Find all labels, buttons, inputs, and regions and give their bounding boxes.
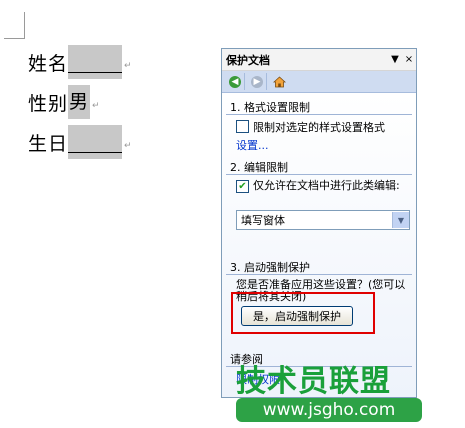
paragraph-mark-icon: ↵ xyxy=(92,101,100,111)
home-icon xyxy=(272,75,286,87)
pane-dropdown-icon[interactable]: ▼ xyxy=(388,54,402,65)
section3-header: 3. 启动强制保护 xyxy=(230,261,310,274)
pane-title: 保护文档 xyxy=(226,53,270,67)
format-restriction-checkbox-row[interactable]: 限制对选定的样式设置格式 xyxy=(236,119,385,135)
paragraph-mark-icon: ↵ xyxy=(124,141,132,151)
editing-type-value: 填写窗体 xyxy=(241,214,285,227)
page-corner-mark xyxy=(4,12,25,39)
section2-header: 2. 编辑限制 xyxy=(230,161,288,174)
gender-label: 性别 xyxy=(28,92,69,115)
protect-document-task-pane: 保护文档 ▼ × ◀ ▶ 1. 格式设置限制 限制对选定的样式设置格式 设置..… xyxy=(221,48,417,398)
pane-titlebar: 保护文档 ▼ × xyxy=(222,49,416,71)
red-highlight-box xyxy=(231,292,375,334)
editing-type-select[interactable]: 填写窗体 ▼ xyxy=(236,210,410,230)
pane-nav-bar: ◀ ▶ xyxy=(222,71,416,93)
back-button[interactable]: ◀ xyxy=(226,73,245,90)
birthday-label: 生日 xyxy=(28,132,69,155)
doc-line-birthday: 生日 ↵ xyxy=(28,125,132,159)
doc-line-name: 姓名 ↵ xyxy=(28,45,132,79)
paragraph-mark-icon: ↵ xyxy=(124,61,132,71)
home-button[interactable] xyxy=(270,73,288,90)
back-icon: ◀ xyxy=(229,75,241,88)
name-label: 姓名 xyxy=(28,52,69,75)
format-restriction-label: 限制对选定的样式设置格式 xyxy=(253,121,385,134)
chevron-down-icon[interactable]: ▼ xyxy=(392,212,409,228)
editing-restriction-label: 仅允许在文档中进行此类编辑: xyxy=(253,179,400,192)
watermark-brand: 技术员联盟 xyxy=(236,364,391,399)
format-restriction-checkbox[interactable] xyxy=(236,120,249,133)
name-form-field[interactable] xyxy=(68,45,123,79)
pane-close-icon[interactable]: × xyxy=(402,54,416,65)
forward-button[interactable]: ▶ xyxy=(248,73,267,90)
forward-icon: ▶ xyxy=(251,75,263,88)
gender-form-field[interactable]: 男 xyxy=(68,85,91,119)
pane-body: 1. 格式设置限制 限制对选定的样式设置格式 设置... 2. 编辑限制 ✔ 仅… xyxy=(222,93,416,397)
editing-restriction-checkbox[interactable]: ✔ xyxy=(236,180,249,193)
editing-restriction-checkbox-row[interactable]: ✔ 仅允许在文档中进行此类编辑: xyxy=(236,179,410,193)
doc-line-gender: 性别 男 ↵ xyxy=(28,85,100,119)
watermark-url: www.jsgho.com xyxy=(236,398,422,422)
settings-link[interactable]: 设置... xyxy=(236,137,269,153)
section1-header: 1. 格式设置限制 xyxy=(230,101,310,114)
birthday-form-field[interactable] xyxy=(68,125,123,159)
